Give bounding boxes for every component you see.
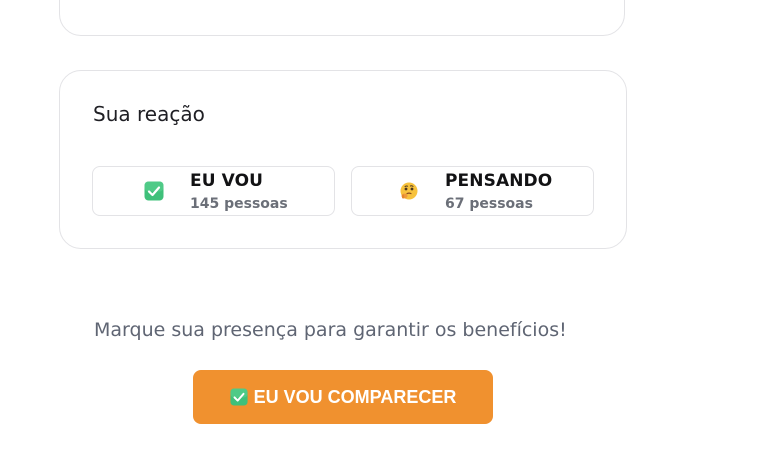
reaction-option-label: EU VOU [190,171,264,191]
reaction-title: Sua reação [93,102,205,126]
reaction-option-label: PENSANDO [445,171,553,191]
attendance-prompt: Marque sua presença para garantir os ben… [94,319,567,341]
reaction-option-eu-vou[interactable]: EU VOU 145 pessoas [92,166,335,216]
reaction-card: Sua reação EU VOU 145 pessoas PENSANDO 6… [59,70,627,249]
previous-card [59,0,625,36]
check-mark-button-icon [144,181,164,201]
reaction-option-count: 67 pessoas [445,196,533,212]
page: Sua reação EU VOU 145 pessoas PENSANDO 6… [0,0,776,473]
reaction-option-count: 145 pessoas [190,196,288,212]
attend-button[interactable]: EU VOU COMPARECER [193,370,493,424]
check-mark-button-icon [230,388,248,406]
thinking-face-icon [400,182,418,200]
attend-button-label: EU VOU COMPARECER [253,386,457,407]
reaction-option-pensando[interactable]: PENSANDO 67 pessoas [351,166,594,216]
